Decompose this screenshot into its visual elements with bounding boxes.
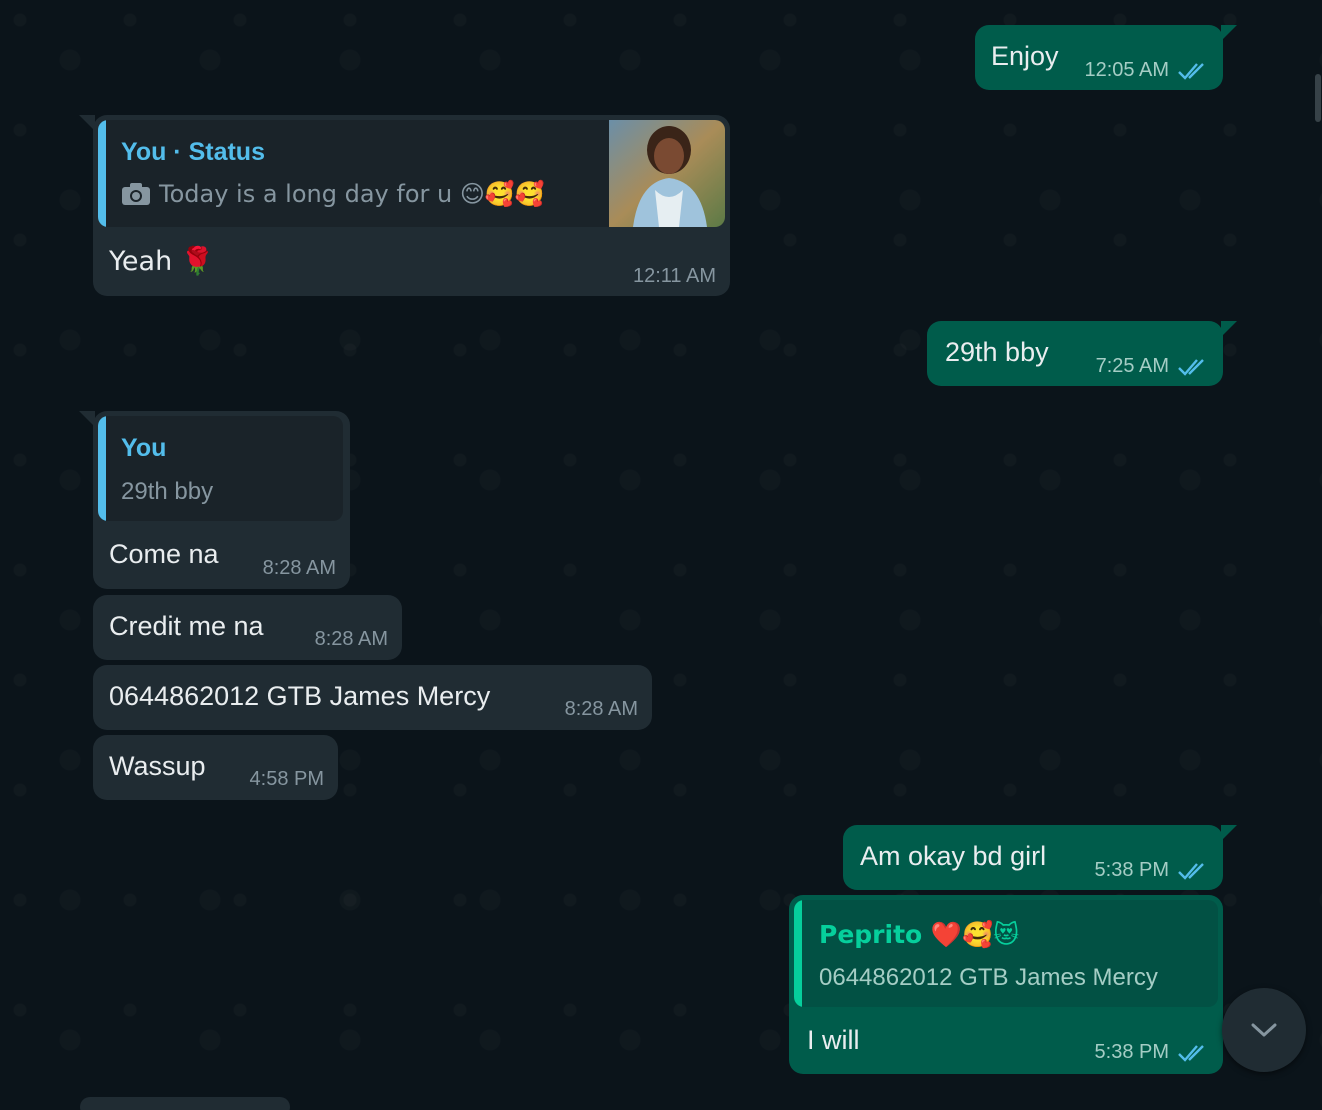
message-incoming[interactable]: 0644862012 GTB James Mercy 8:28 AM xyxy=(93,665,652,730)
message-outgoing-reply[interactable]: Peprito ❤️🥰😻 0644862012 GTB James Mercy … xyxy=(789,895,1223,1074)
message-text: Credit me na xyxy=(109,611,264,641)
status-thumbnail xyxy=(609,120,725,227)
message-text: Yeah 🌹 xyxy=(109,246,215,277)
double-check-icon xyxy=(1178,862,1204,880)
message-meta: 7:25 AM xyxy=(1096,355,1209,378)
message-outgoing[interactable]: Am okay bd girl 5:38 PM xyxy=(843,825,1237,890)
message-time: 7:25 AM xyxy=(1095,355,1169,377)
message-meta: 8:28 AM xyxy=(315,628,388,651)
quoted-message[interactable]: Peprito ❤️🥰😻 0644862012 GTB James Mercy xyxy=(794,900,1218,1007)
message-time: 12:05 AM xyxy=(1084,59,1169,81)
message-time: 5:38 PM xyxy=(1094,1041,1169,1063)
quote-author: Peprito ❤️🥰😻 xyxy=(819,920,1020,949)
message-meta: 8:28 AM xyxy=(565,698,638,721)
quote-text: Today is a long day for u 😊🥰🥰 xyxy=(121,180,545,208)
message-text: Come na xyxy=(109,539,219,569)
quote-accent-bar xyxy=(794,900,802,1007)
scroll-to-bottom-button[interactable] xyxy=(1222,988,1306,1072)
message-meta: 5:38 PM xyxy=(1095,1041,1209,1064)
message-meta: 12:05 AM xyxy=(1084,59,1209,82)
message-outgoing[interactable]: Enjoy 12:05 AM xyxy=(975,25,1237,90)
quote-accent-bar xyxy=(98,416,106,521)
message-incoming[interactable]: Wassup 4:58 PM xyxy=(93,735,338,800)
quote-status-text: Today is a long day for u 😊🥰🥰 xyxy=(159,180,545,208)
chat-panel: Enjoy 12:05 AM You · Status Today is a l… xyxy=(0,0,1322,1110)
quote-accent-bar xyxy=(98,120,106,227)
message-text: Enjoy xyxy=(991,41,1059,71)
message-time: 8:28 AM xyxy=(564,698,638,720)
scrollbar-thumb[interactable] xyxy=(1315,74,1321,122)
quoted-status[interactable]: You · Status Today is a long day for u 😊… xyxy=(98,120,725,227)
message-time: 8:28 AM xyxy=(314,628,388,650)
message-text: 29th bby xyxy=(945,337,1049,367)
message-meta: 8:28 AM xyxy=(263,557,336,580)
message-time: 4:58 PM xyxy=(249,768,324,790)
quoted-message[interactable]: You 29th bby xyxy=(98,416,343,521)
message-incoming-reply[interactable]: You · Status Today is a long day for u 😊… xyxy=(79,115,730,296)
quote-author: You · Status xyxy=(121,138,265,166)
message-time: 5:38 PM xyxy=(1094,859,1169,881)
message-outgoing[interactable]: 29th bby 7:25 AM xyxy=(927,321,1237,386)
message-incoming-partial[interactable] xyxy=(80,1097,290,1110)
quote-text: 0644862012 GTB James Mercy xyxy=(819,964,1158,991)
camera-icon xyxy=(122,183,150,205)
double-check-icon xyxy=(1178,358,1204,376)
double-check-icon xyxy=(1178,1044,1204,1062)
message-text: Wassup xyxy=(109,751,206,781)
quote-author: You xyxy=(121,434,167,462)
message-text: I will xyxy=(807,1025,860,1055)
message-incoming[interactable]: Credit me na 8:28 AM xyxy=(93,595,402,660)
message-text: 0644862012 GTB James Mercy xyxy=(109,681,491,711)
message-meta: 5:38 PM xyxy=(1095,859,1209,882)
chevron-down-icon xyxy=(1251,1023,1277,1037)
quote-text: 29th bby xyxy=(121,478,214,505)
message-text: Am okay bd girl xyxy=(860,841,1047,871)
double-check-icon xyxy=(1178,62,1204,80)
message-meta: 12:11 AM xyxy=(633,265,716,288)
message-meta: 4:58 PM xyxy=(250,768,324,791)
message-time: 12:11 AM xyxy=(632,265,716,287)
message-incoming-reply[interactable]: You 29th bby Come na 8:28 AM xyxy=(79,411,350,589)
message-time: 8:28 AM xyxy=(262,557,336,579)
